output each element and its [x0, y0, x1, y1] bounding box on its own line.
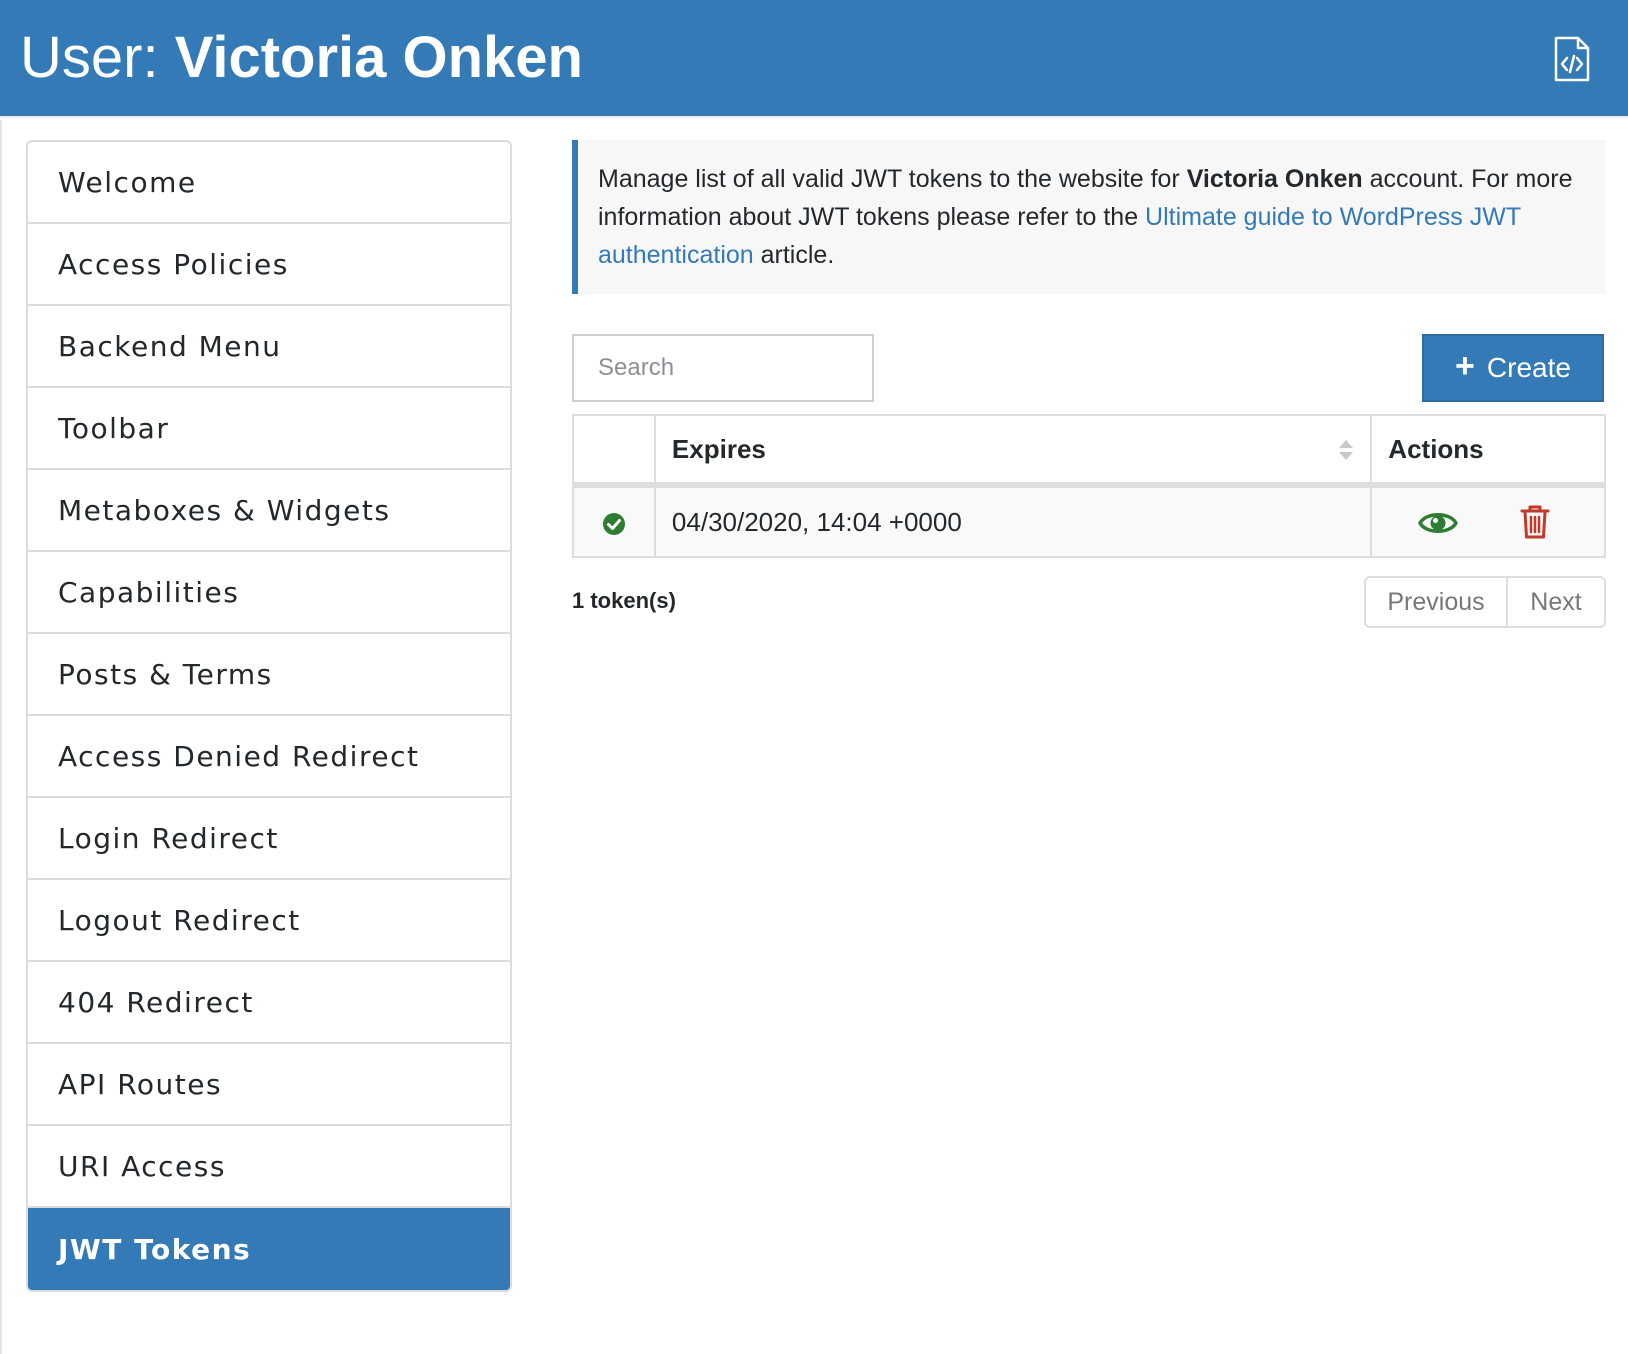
delete-trash-icon[interactable]: [1520, 504, 1550, 540]
sidebar-item-jwt-tokens[interactable]: JWT Tokens: [28, 1208, 510, 1290]
search-input[interactable]: [572, 334, 874, 402]
sidebar-item-label: Toolbar: [58, 411, 170, 445]
sidebar-item-api-routes[interactable]: API Routes: [28, 1044, 510, 1126]
plus-icon: +: [1455, 347, 1475, 385]
expires-column-label: Expires: [671, 433, 766, 464]
check-circle-icon: [602, 512, 625, 535]
sidebar-item-label: Logout Redirect: [58, 903, 301, 937]
info-account-name: Victoria Onken: [1186, 165, 1363, 193]
token-status-cell: [572, 484, 656, 558]
sidebar-item-welcome[interactable]: Welcome: [28, 142, 510, 224]
table-header-row: Expires Actions: [572, 414, 1606, 488]
token-actions-cell: [1370, 484, 1606, 558]
sidebar-item-label: API Routes: [58, 1067, 223, 1101]
info-notice: Manage list of all valid JWT tokens to t…: [572, 140, 1606, 294]
pagination: Previous Next: [1364, 576, 1606, 628]
sidebar-item-404-redirect[interactable]: 404 Redirect: [28, 962, 510, 1044]
sidebar-item-label: Welcome: [58, 165, 197, 199]
info-text-end: article.: [753, 241, 835, 269]
header-shadow: [0, 116, 1628, 120]
sidebar-item-metaboxes-widgets[interactable]: Metaboxes & Widgets: [28, 470, 510, 552]
panel-left-border: [0, 120, 2, 1354]
sidebar-item-label: Metaboxes & Widgets: [58, 493, 391, 527]
sidebar-item-posts-terms[interactable]: Posts & Terms: [28, 634, 510, 716]
create-button[interactable]: + Create: [1422, 334, 1604, 402]
sidebar-item-toolbar[interactable]: Toolbar: [28, 388, 510, 470]
sidebar-item-label: Access Denied Redirect: [58, 739, 420, 773]
expires-column-header[interactable]: Expires: [653, 414, 1373, 488]
token-count: 1 token(s): [572, 588, 676, 613]
actions-column-header: Actions: [1370, 414, 1606, 488]
create-button-label: Create: [1486, 352, 1571, 383]
sidebar-item-backend-menu[interactable]: Backend Menu: [28, 306, 510, 388]
info-text-start: Manage list of all valid JWT tokens to t…: [598, 165, 1187, 193]
sidebar-item-label: 404 Redirect: [58, 985, 254, 1019]
sidebar-item-label: Posts & Terms: [58, 657, 273, 691]
sidebar-item-label: Backend Menu: [58, 329, 282, 363]
page-title-prefix: User:: [20, 25, 175, 90]
page-title: User: Victoria Onken: [20, 22, 583, 94]
sidebar-item-login-redirect[interactable]: Login Redirect: [28, 798, 510, 880]
sidebar-item-logout-redirect[interactable]: Logout Redirect: [28, 880, 510, 962]
status-column-header: [572, 414, 656, 488]
sort-icon: [1339, 440, 1354, 460]
sidebar-menu: Welcome Access Policies Backend Menu Too…: [26, 140, 512, 1292]
previous-page-button[interactable]: Previous: [1366, 578, 1508, 626]
view-eye-icon[interactable]: [1418, 508, 1459, 538]
sidebar-item-label: URI Access: [58, 1149, 226, 1183]
sidebar-item-access-policies[interactable]: Access Policies: [28, 224, 510, 306]
code-file-icon[interactable]: [1552, 36, 1592, 82]
sidebar-item-label: Capabilities: [58, 575, 240, 609]
page-title-user-name: Victoria Onken: [174, 25, 583, 90]
sidebar-item-capabilities[interactable]: Capabilities: [28, 552, 510, 634]
table-row: 04/30/2020, 14:04 +0000: [572, 484, 1606, 558]
sidebar-item-label: Login Redirect: [58, 821, 279, 855]
sidebar-item-uri-access[interactable]: URI Access: [28, 1126, 510, 1208]
sidebar-item-label: JWT Tokens: [58, 1232, 252, 1266]
sidebar-item-label: Access Policies: [58, 247, 289, 281]
token-expires-cell: 04/30/2020, 14:04 +0000: [653, 484, 1373, 558]
sidebar-item-access-denied-redirect[interactable]: Access Denied Redirect: [28, 716, 510, 798]
page-header: User: Victoria Onken: [0, 0, 1628, 116]
next-page-button[interactable]: Next: [1508, 578, 1604, 626]
tokens-table: Expires Actions 04/30/2020, 14:04 +0000: [572, 414, 1606, 558]
